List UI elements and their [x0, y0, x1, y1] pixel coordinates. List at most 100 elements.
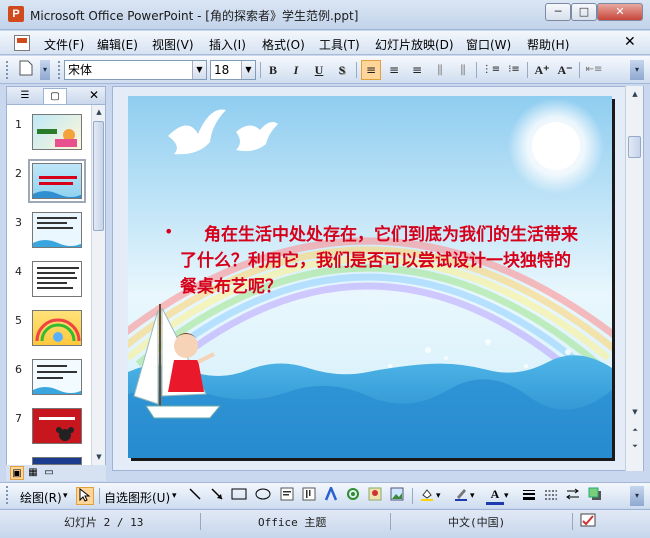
- font-name-combo[interactable]: 宋体 ▼: [64, 60, 207, 80]
- draw-menu-button[interactable]: 绘图(R): [20, 489, 62, 506]
- normal-view-icon[interactable]: ▣: [10, 466, 24, 480]
- shadow-style-icon[interactable]: [586, 487, 604, 505]
- maximize-button[interactable]: □: [571, 3, 597, 21]
- toolbar-grip[interactable]: [6, 61, 9, 79]
- menu-tools[interactable]: 工具(T): [319, 36, 360, 53]
- select-objects-icon[interactable]: [76, 487, 94, 505]
- scroll-down-icon[interactable]: ▼: [93, 451, 105, 463]
- decrease-font-button[interactable]: A⁻: [555, 60, 575, 80]
- close-document-icon[interactable]: ✕: [624, 34, 636, 50]
- wordart-tool-icon[interactable]: [322, 484, 340, 505]
- menu-file[interactable]: 文件(F): [44, 36, 84, 53]
- bold-button[interactable]: B: [263, 60, 283, 80]
- menu-help[interactable]: 帮助(H): [527, 36, 569, 53]
- chevron-down-icon[interactable]: ▾: [436, 491, 441, 501]
- minimize-button[interactable]: ─: [545, 3, 571, 21]
- menu-window[interactable]: 窗口(W): [466, 36, 511, 53]
- vertical-textbox-tool-icon[interactable]: [300, 487, 318, 505]
- slide-body-text[interactable]: 角在生活中处处存在，它们到底为我们的生活带来了什么？利用它，我们是否可以尝试设计…: [180, 222, 580, 300]
- chevron-down-icon[interactable]: ▼: [241, 61, 255, 79]
- slide-thumbnail-2[interactable]: [28, 159, 86, 203]
- font-size-combo[interactable]: 18 ▼: [210, 60, 256, 80]
- menu-edit[interactable]: 编辑(E): [97, 36, 138, 53]
- toolbar-more-icon[interactable]: ▾: [630, 486, 644, 506]
- distribute-button[interactable]: ⫼: [430, 60, 450, 80]
- tab-slides[interactable]: ▢: [43, 88, 67, 104]
- italic-button[interactable]: I: [286, 60, 306, 80]
- current-slide[interactable]: • 角在生活中处处存在，它们到底为我们的生活带来了什么？利用它，我们是否可以尝试…: [128, 96, 612, 458]
- line-style-icon[interactable]: [520, 487, 538, 505]
- column-distribute-button[interactable]: ⫼: [453, 60, 473, 80]
- scroll-thumb[interactable]: [93, 121, 104, 231]
- menu-insert[interactable]: 插入(I): [209, 36, 246, 53]
- toolbar-options-icon[interactable]: ▾: [40, 60, 50, 80]
- align-center-button[interactable]: ≡: [384, 60, 404, 80]
- dash-style-icon[interactable]: [542, 487, 560, 505]
- slide-thumbnail-8-partial[interactable]: [32, 457, 82, 465]
- close-window-button[interactable]: ✕: [597, 3, 643, 21]
- autoshapes-menu-button[interactable]: 自选图形(U): [104, 489, 170, 506]
- scroll-up-icon[interactable]: ▲: [93, 106, 105, 118]
- language-status: 中文(中国): [448, 516, 506, 529]
- document-icon[interactable]: [14, 35, 30, 51]
- chevron-down-icon[interactable]: ▾: [63, 491, 68, 501]
- menu-view[interactable]: 视图(V): [152, 36, 194, 53]
- arrow-style-icon[interactable]: [564, 487, 582, 505]
- align-right-button[interactable]: ≡: [407, 60, 427, 80]
- slide-thumbnail-3[interactable]: [32, 212, 82, 248]
- arrow-tool-icon[interactable]: [208, 487, 226, 505]
- slide-thumbnail-1[interactable]: [32, 114, 82, 150]
- indent-button[interactable]: ⇤≡: [584, 60, 604, 80]
- fill-color-icon[interactable]: [418, 487, 436, 505]
- scroll-up-icon[interactable]: ▲: [629, 88, 641, 100]
- numbering-button[interactable]: ⋮≡: [481, 60, 501, 80]
- tab-outline[interactable]: ☰: [13, 88, 37, 104]
- menu-slideshow[interactable]: 幻灯片放映(D): [375, 36, 454, 53]
- chevron-down-icon[interactable]: ▾: [504, 491, 509, 501]
- slide-number: 2: [15, 167, 22, 180]
- slideshow-view-icon[interactable]: ▭: [42, 466, 56, 480]
- pane-scrollbar[interactable]: ▲ ▼: [91, 105, 105, 465]
- line-tool-icon[interactable]: [186, 487, 204, 505]
- toolbar-more-icon[interactable]: ▾: [630, 60, 644, 80]
- new-document-icon[interactable]: [16, 60, 36, 80]
- window-title: Microsoft Office PowerPoint - [角的探索者》学生范…: [30, 9, 359, 23]
- slide-thumbnail-5[interactable]: [32, 310, 82, 346]
- line-color-icon[interactable]: [452, 487, 470, 505]
- align-left-button[interactable]: ≡: [361, 60, 381, 80]
- main-scrollbar[interactable]: ▲ ▼ ⏶ ⏷: [625, 86, 643, 471]
- clipart-tool-icon[interactable]: [366, 487, 384, 505]
- slide-thumbnail-6[interactable]: [32, 359, 82, 395]
- diagram-tool-icon[interactable]: [344, 487, 362, 505]
- increase-font-button[interactable]: A⁺: [532, 60, 552, 80]
- chevron-down-icon[interactable]: ▾: [172, 491, 177, 501]
- font-color-icon[interactable]: A: [486, 487, 504, 505]
- slide-sorter-icon[interactable]: ▦: [26, 466, 40, 480]
- toolbar-grip-2[interactable]: [58, 61, 61, 79]
- formatting-toolbar: ▾ 宋体 ▼ 18 ▼ B I U S ≡ ≡ ≡ ⫼ ⫼ ⋮≡ ⁝≡ A⁺ A…: [0, 56, 650, 84]
- oval-tool-icon[interactable]: [254, 487, 272, 505]
- spelling-check-icon[interactable]: [580, 513, 598, 532]
- menu-format[interactable]: 格式(O): [262, 36, 305, 53]
- next-slide-icon[interactable]: ⏷: [629, 440, 641, 452]
- slide-number: 1: [15, 118, 22, 131]
- bullets-button[interactable]: ⁝≡: [504, 60, 524, 80]
- toolbar-grip[interactable]: [6, 486, 9, 504]
- separator: [200, 513, 201, 530]
- textbox-tool-icon[interactable]: [278, 487, 296, 505]
- separator: [390, 513, 391, 530]
- slide-thumbnail-7[interactable]: [32, 408, 82, 444]
- chevron-down-icon[interactable]: ▼: [192, 61, 206, 79]
- separator: [572, 513, 573, 530]
- close-pane-icon[interactable]: ✕: [89, 88, 99, 102]
- chevron-down-icon[interactable]: ▾: [470, 491, 475, 501]
- previous-slide-icon[interactable]: ⏶: [629, 424, 641, 436]
- scroll-thumb[interactable]: [628, 136, 641, 158]
- slide-thumbnail-4[interactable]: [32, 261, 82, 297]
- slides-pane: ☰ ▢ ✕ 1 2 3 4 5 6 7 ▲ ▼: [6, 86, 106, 466]
- scroll-down-icon[interactable]: ▼: [629, 406, 641, 418]
- insert-picture-icon[interactable]: [388, 487, 406, 505]
- underline-button[interactable]: U: [309, 60, 329, 80]
- rectangle-tool-icon[interactable]: [230, 487, 248, 505]
- shadow-button[interactable]: S: [332, 60, 352, 80]
